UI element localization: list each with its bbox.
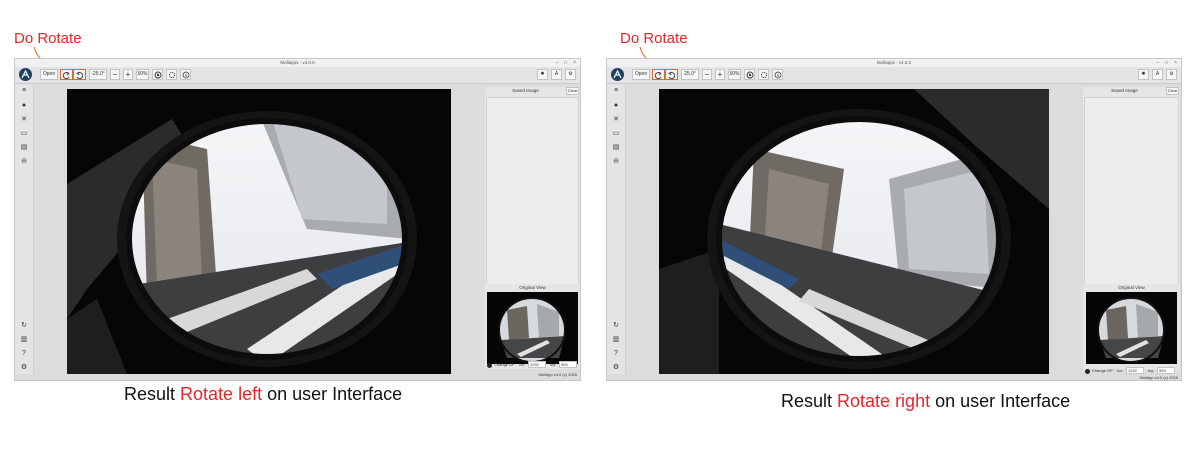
caption-highlight: Rotate right [837,391,931,411]
rotate-right-button[interactable] [665,69,678,80]
change-dp-label: Change DP [1092,368,1113,373]
angle-input[interactable]: 25.0° [681,69,699,80]
icx-field[interactable]: 1292 [1126,367,1144,374]
rotate-right-icon [668,71,676,79]
fisheye-mode-icon[interactable]: ● [611,102,621,110]
settings-icon[interactable]: ⚙ [611,364,621,372]
right-caption: Result Rotate right on user Interface [781,391,1070,412]
fisheye-button[interactable] [744,69,755,80]
original-view-label: Original View [1118,285,1145,290]
open-button[interactable]: Open [632,69,650,80]
rotate-left-button[interactable] [652,69,665,80]
toolbar: Open 25.0° − + 50% ✹ A ⚙ [607,67,1181,84]
window-title: Mollapps - v4.0.0 [607,59,1181,67]
help-icon[interactable]: ? [611,350,621,358]
menu-icon[interactable]: ≡ [611,87,621,95]
app-window: Mollapps - v4.0.0 – □ × Open 25.0° − + 5… [606,58,1182,381]
anypoint-icon[interactable]: ✕ [611,116,621,124]
clear-button[interactable]: Clear [1166,87,1179,95]
gear-icon [760,71,767,79]
export-icon[interactable]: ▥ [611,336,621,344]
image-view[interactable] [659,89,1049,374]
caption-prefix: Result [781,391,838,411]
fisheye-image-rotated-right [659,89,1049,374]
icy-field[interactable]: 959 [1157,367,1175,374]
right-panel: Do Rotate Mollapps - v4.0.0 – □ × Open 2… [0,0,1197,456]
icy-label: Icy: [1148,368,1155,373]
sidebar: ≡ ● ✕ ▭ ▤ ⊖ ↻ ▥ ? ⚙ [607,84,626,374]
original-view-panel: Original View [1083,284,1180,369]
zoom-value[interactable]: 50% [728,69,741,80]
change-dp-radio[interactable] [1085,369,1090,374]
app-logo-icon [611,68,624,81]
info-icon [774,71,781,79]
zoom-out-button[interactable]: − [702,69,712,80]
rotate-left-icon [654,71,662,79]
font-button[interactable]: A [1152,69,1163,80]
saved-image-list [1084,97,1179,286]
close-icon[interactable]: × [1174,59,1177,67]
panorama-icon[interactable]: ▭ [611,130,621,138]
settings-button[interactable] [758,69,769,80]
document-icon[interactable]: ▤ [611,144,621,152]
icx-label: Icx: [1117,368,1124,373]
info-button[interactable] [772,69,783,80]
refresh-icon[interactable]: ↻ [611,322,621,330]
maximize-icon[interactable]: □ [1165,59,1168,67]
fisheye-icon [746,71,753,79]
preferences-button[interactable]: ⚙ [1166,69,1177,80]
saved-image-panel: Saved Image Clear [1083,87,1180,287]
theme-button[interactable]: ✹ [1138,69,1149,80]
minimize-icon[interactable]: – [1156,59,1159,67]
minus-circle-icon[interactable]: ⊖ [611,158,621,166]
footer-version: Moildpp v4.0 (c) 2025 [1139,375,1178,380]
caption-suffix: on user Interface [930,391,1071,411]
zoom-in-button[interactable]: + [715,69,725,80]
original-fisheye-thumbnail [1086,292,1177,364]
saved-image-label: Saved Image [1111,88,1138,93]
